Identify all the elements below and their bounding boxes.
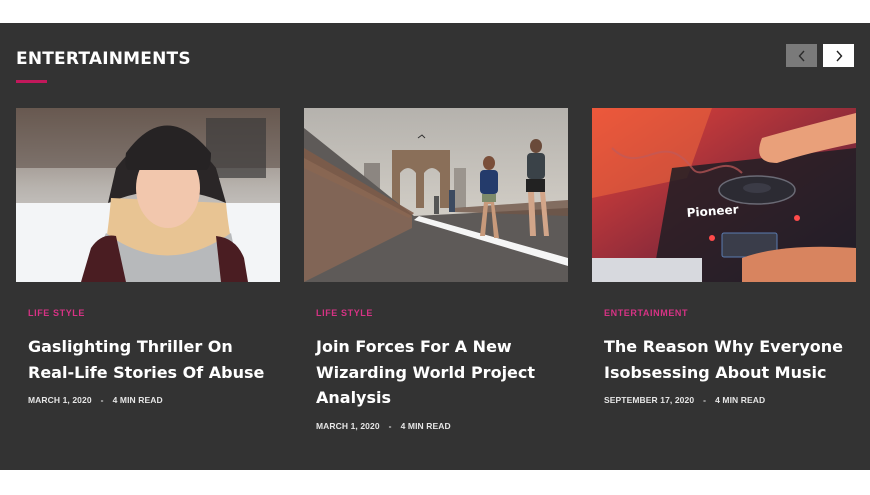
article-read-time: 4 MIN READ xyxy=(112,395,163,405)
carousel-next-button[interactable] xyxy=(823,44,854,67)
article-card[interactable]: Pioneer ENTERTAINMENT The Reason Why Eve… xyxy=(592,108,856,405)
section-title: ENTERTAINMENTS xyxy=(16,49,191,69)
article-title[interactable]: Join Forces For A New Wizarding World Pr… xyxy=(316,334,566,411)
article-read-time: 4 MIN READ xyxy=(715,395,766,405)
title-underline xyxy=(16,80,47,83)
article-image-bridge-runners[interactable] xyxy=(304,108,568,282)
article-read-time: 4 MIN READ xyxy=(400,421,451,431)
article-meta: MARCH 1, 2020-4 MIN READ xyxy=(28,395,163,405)
article-category[interactable]: LIFE STYLE xyxy=(28,308,85,318)
article-meta: SEPTEMBER 17, 2020-4 MIN READ xyxy=(604,395,765,405)
article-category[interactable]: LIFE STYLE xyxy=(316,308,373,318)
article-image-woman-scarf[interactable] xyxy=(16,108,280,282)
article-date: MARCH 1, 2020 xyxy=(28,395,92,405)
article-image-dj-mixer[interactable]: Pioneer xyxy=(592,108,856,282)
meta-separator: - xyxy=(100,395,104,405)
article-date: SEPTEMBER 17, 2020 xyxy=(604,395,695,405)
article-card[interactable]: LIFE STYLE Join Forces For A New Wizardi… xyxy=(304,108,568,431)
article-category[interactable]: ENTERTAINMENT xyxy=(604,308,688,318)
chevron-left-icon xyxy=(798,50,805,61)
chevron-right-icon xyxy=(835,50,842,61)
article-date: MARCH 1, 2020 xyxy=(316,421,380,431)
article-title[interactable]: The Reason Why Everyone Isobsessing Abou… xyxy=(604,334,854,385)
meta-separator: - xyxy=(703,395,707,405)
article-title[interactable]: Gaslighting Thriller On Real-Life Storie… xyxy=(28,334,278,385)
carousel-prev-button[interactable] xyxy=(786,44,817,67)
entertainments-section: ENTERTAINMENTS LIFE STYLE Gaslighting Th… xyxy=(0,23,870,470)
article-meta: MARCH 1, 2020-4 MIN READ xyxy=(316,421,451,431)
meta-separator: - xyxy=(388,421,392,431)
article-card[interactable]: LIFE STYLE Gaslighting Thriller On Real-… xyxy=(16,108,280,405)
